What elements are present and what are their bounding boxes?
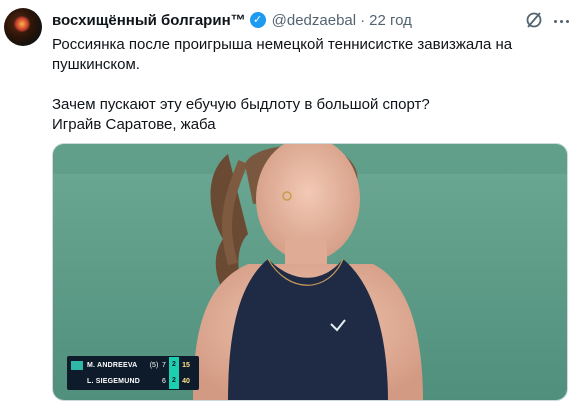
timestamp[interactable]: 22 год [369,12,412,29]
display-name[interactable]: восхищённый болгарин™ [52,12,246,29]
set2-score: 2 [169,357,179,373]
tweet-line: пушкинском. [52,56,140,73]
set1-score: 7 [162,361,166,369]
player-name: M. ANDREEVA [87,361,138,369]
tweet-line: Играйв Саратове, жаба [52,116,216,133]
user-handle[interactable]: @dedzaebal [272,12,356,29]
tweet-header: восхищённый болгарин™ ✓ @dedzaebal · 22 … [52,10,412,30]
verified-icon: ✓ [249,12,266,28]
scoreboard: M. ANDREEVA (5) 7 2 15 L. SIEGEMUND 6 2 … [67,356,199,390]
avatar[interactable] [4,8,42,46]
set1-score: 6 [162,377,166,385]
set2-score: 2 [169,373,179,389]
tweet-line: Зачем пускают эту ебучую быдлоту в больш… [52,96,430,113]
game-points: 15 [182,361,190,369]
scoreboard-row: M. ANDREEVA (5) 7 2 15 [67,357,199,373]
separator-dot: · [360,11,366,29]
player-flag-icon [71,377,83,386]
tweet-text: Россиянка после проигрыша немецкой тенни… [52,35,562,135]
tweet-media[interactable]: M. ANDREEVA (5) 7 2 15 L. SIEGEMUND 6 2 … [52,143,568,401]
player-name: L. SIEGEMUND [87,377,140,385]
game-points: 40 [182,377,190,385]
tweet-line: Россиянка после проигрыша немецкой тенни… [52,36,513,53]
player-flag-icon [71,360,83,370]
more-icon[interactable] [550,12,572,30]
player-seed: (5) [149,361,159,369]
grok-icon[interactable] [524,10,544,30]
scoreboard-row: L. SIEGEMUND 6 2 40 [67,373,199,389]
